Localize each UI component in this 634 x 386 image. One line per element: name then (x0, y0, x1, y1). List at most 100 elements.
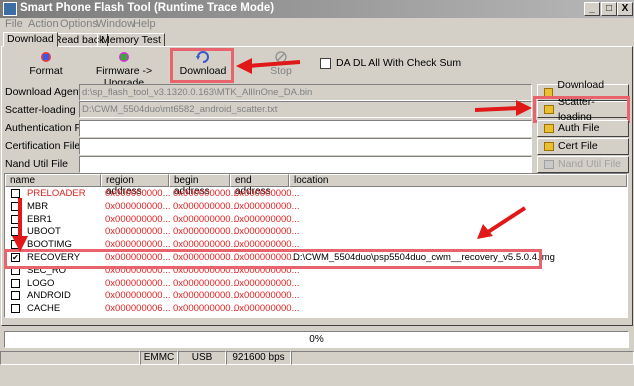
row-region-address: 0x000000006... (105, 303, 171, 315)
row-name: ANDROID (27, 290, 71, 302)
column-name[interactable]: name (5, 174, 101, 187)
status-baud: 921600 bps (226, 351, 291, 365)
close-button[interactable]: X (617, 2, 633, 16)
download-agent-label: Download Agent (5, 86, 82, 98)
window-title: Smart Phone Flash Tool (Runtime Trace Mo… (20, 2, 275, 14)
row-begin-address: 0x000000000... (173, 188, 239, 199)
row-end-address: 0x000000000... (234, 226, 300, 238)
row-name: MBR (27, 200, 49, 212)
da-checksum-option[interactable]: DA DL All With Check Sum (320, 57, 461, 69)
row-name: PRELOADER (27, 188, 86, 199)
status-port: USB (178, 351, 226, 365)
stop-button[interactable]: Stop (266, 50, 296, 80)
row-end-address: 0x000000000... (234, 200, 300, 212)
row-region-address: 0x000000000... (105, 188, 171, 199)
row-begin-address: 0x000000000... (173, 200, 239, 212)
row-end-address: 0x000000000... (234, 290, 300, 302)
status-bar: EMMC USB 921600 bps (0, 351, 634, 365)
menu-window[interactable]: Window (96, 18, 135, 30)
row-end-address: 0x000000000... (234, 303, 300, 315)
row-begin-address: 0x000000000... (173, 277, 239, 289)
row-region-address: 0x000000000... (105, 213, 171, 225)
table-row[interactable]: ANDROID 0x000000000... 0x000000000... 0x000… (5, 290, 627, 303)
row-checkbox[interactable] (11, 227, 20, 237)
menu-options[interactable]: Options (60, 18, 98, 30)
column-end-address[interactable]: end address (230, 174, 289, 197)
progress-text: 0% (309, 334, 324, 345)
status-storage: EMMC (140, 351, 178, 365)
scatter-file-field[interactable]: D:\CWM_5504duo\mt6582_android_scatter.tx… (79, 101, 532, 118)
menu-bar: File Action Options Window Help (0, 18, 634, 32)
row-checkbox[interactable] (11, 214, 20, 224)
table-row[interactable]: PRELOADER 0x000000000... 0x000000000... 0x0… (5, 188, 627, 201)
partition-table: name region address begin address end ad… (4, 173, 628, 318)
title-bar: Smart Phone Flash Tool (Runtime Trace Mo… (0, 0, 634, 18)
minimize-button[interactable]: _ (584, 2, 600, 16)
format-label: Format (29, 65, 63, 77)
row-checkbox[interactable] (11, 189, 20, 198)
table-row[interactable]: UBOOT 0x000000000... 0x000000000... 0x00000… (5, 226, 627, 239)
auth-file-field[interactable] (79, 120, 532, 137)
row-name: CACHE (27, 303, 61, 315)
table-row[interactable]: LOGO 0x000000000... 0x000000000... 0x000000… (5, 278, 627, 291)
tab-strip: Download Read back Memory Test (0, 32, 634, 47)
row-end-address: 0x000000000... (234, 188, 300, 199)
table-row[interactable]: CACHE 0x000000006... 0x000000000... 0x00000… (5, 303, 627, 316)
cert-file-label: Certification File (5, 140, 81, 152)
recovery-highlight (4, 249, 542, 269)
folder-icon (544, 142, 554, 151)
table-row[interactable]: EBR1 0x000000000... 0x000000000... 0x000000… (5, 214, 627, 227)
row-begin-address: 0x000000000... (173, 213, 239, 225)
row-region-address: 0x000000000... (105, 277, 171, 289)
format-button[interactable]: Format (27, 50, 65, 80)
row-end-address: 0x000000000... (234, 213, 300, 225)
row-end-address: 0x000000000... (234, 277, 300, 289)
nand-util-button[interactable]: Nand Util File (537, 156, 629, 173)
menu-help[interactable]: Help (133, 18, 156, 30)
auth-file-button-label: Auth File (558, 122, 600, 134)
firmware-upgrade-button[interactable]: Firmware -> Upgrade (84, 50, 164, 89)
row-checkbox[interactable] (11, 304, 20, 314)
auth-file-button[interactable]: Auth File (537, 120, 629, 137)
column-begin-address[interactable]: begin address (169, 174, 230, 197)
row-begin-address: 0x000000000... (173, 226, 239, 238)
row-begin-address: 0x000000000... (173, 290, 239, 302)
maximize-button[interactable]: □ (601, 2, 617, 16)
nand-util-button-label: Nand Util File (558, 158, 622, 170)
menu-file[interactable]: File (5, 18, 23, 30)
row-checkbox[interactable] (11, 240, 20, 250)
tab-memory-test[interactable]: Memory Test (97, 33, 165, 47)
row-name: EBR1 (27, 213, 52, 225)
menu-action[interactable]: Action (28, 18, 59, 30)
da-checksum-label: DA DL All With Check Sum (336, 57, 462, 69)
table-row[interactable]: MBR 0x000000000... 0x000000000... 0x0000000… (5, 201, 627, 214)
row-region-address: 0x000000000... (105, 226, 171, 238)
row-begin-address: 0x000000000... (173, 303, 239, 315)
row-checkbox[interactable] (11, 291, 20, 301)
row-checkbox[interactable] (11, 201, 20, 211)
folder-icon (544, 124, 554, 133)
stop-label: Stop (270, 65, 292, 77)
row-name: UBOOT (27, 226, 61, 238)
da-checksum-checkbox[interactable] (320, 57, 331, 69)
download-highlight (170, 48, 234, 83)
scatter-highlight (533, 96, 630, 123)
cert-file-button[interactable]: Cert File (537, 138, 629, 155)
tab-download[interactable]: Download (3, 32, 58, 47)
row-region-address: 0x000000000... (105, 200, 171, 212)
table-header: name region address begin address end ad… (5, 174, 627, 197)
app-icon (3, 2, 17, 16)
folder-icon (544, 160, 554, 169)
cert-file-field[interactable] (79, 138, 532, 155)
row-region-address: 0x000000000... (105, 290, 171, 302)
column-region-address[interactable]: region address (101, 174, 169, 197)
column-location[interactable]: location (289, 174, 627, 187)
row-checkbox[interactable] (11, 278, 20, 288)
status-pane-empty-1 (0, 351, 140, 365)
download-agent-field[interactable]: d:\sp_flash_tool_v3.1320.0.163\MTK_AllIn… (79, 84, 532, 101)
cert-file-button-label: Cert File (558, 140, 598, 152)
row-name: LOGO (27, 277, 55, 289)
format-icon (41, 52, 51, 62)
nand-util-field[interactable] (79, 156, 532, 173)
nand-util-label: Nand Util File (5, 158, 69, 170)
